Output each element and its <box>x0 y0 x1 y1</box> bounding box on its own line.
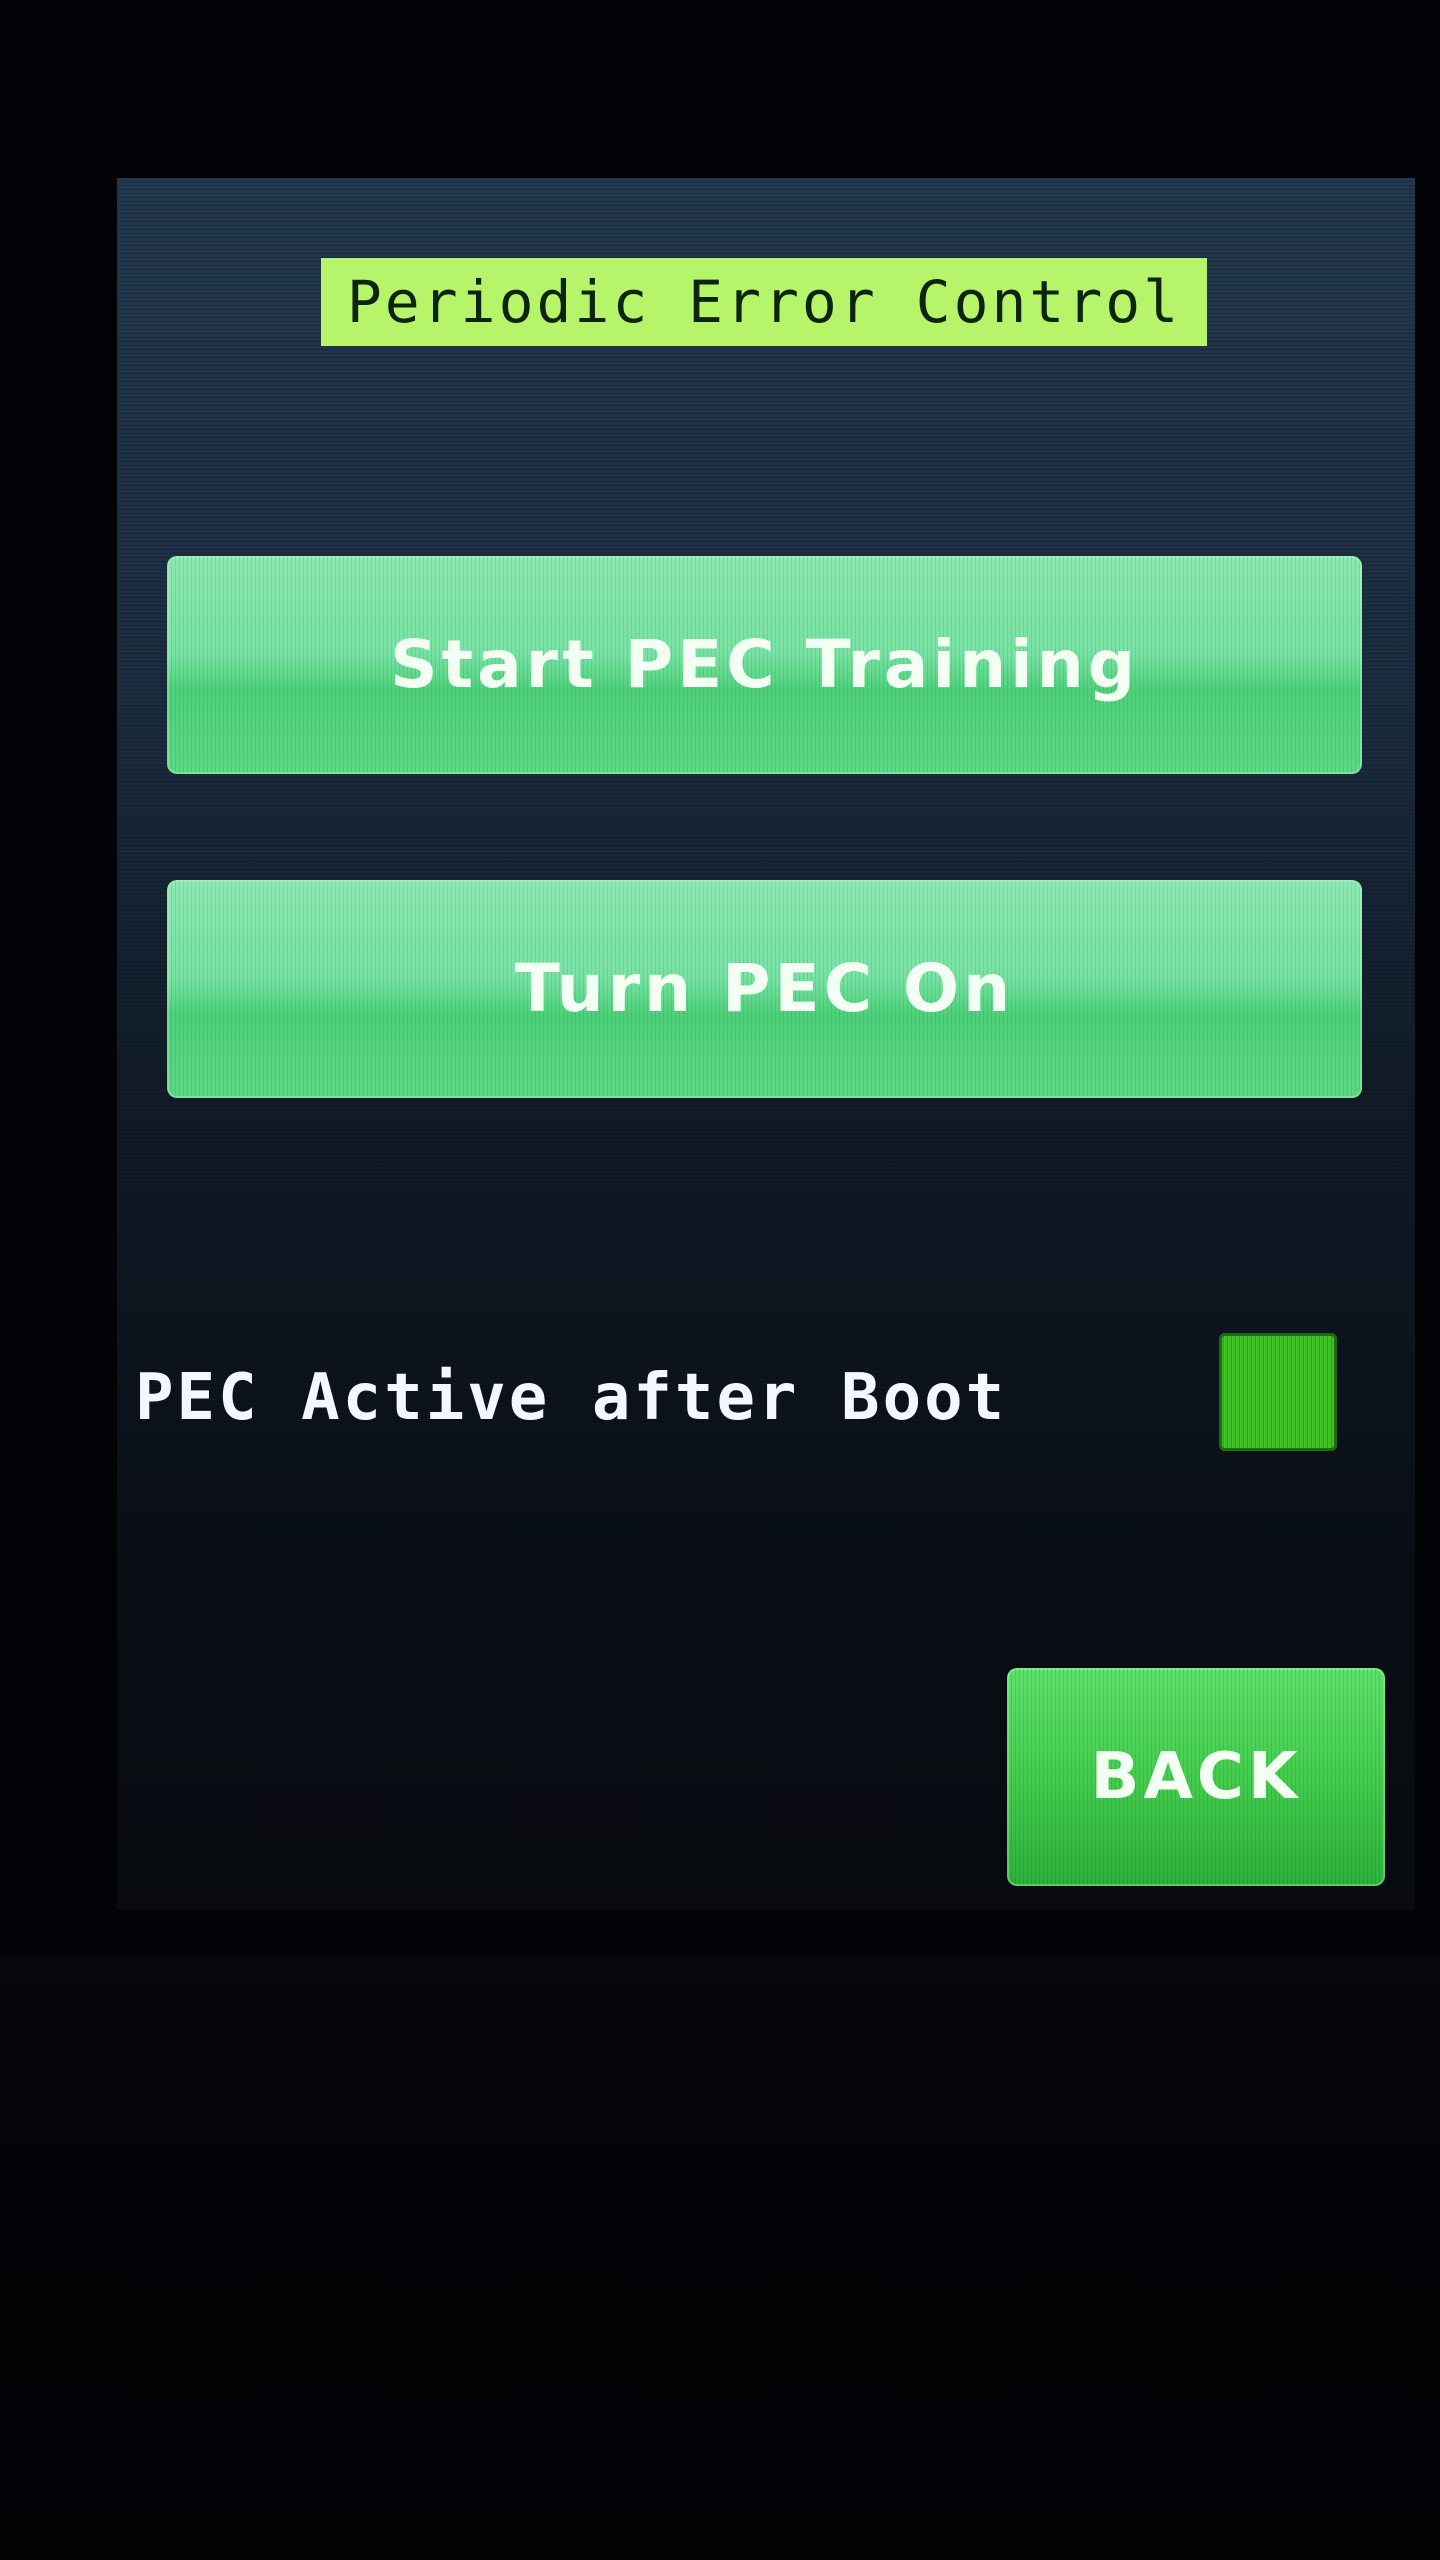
pec-active-after-boot-checkbox[interactable] <box>1219 1333 1337 1451</box>
pec-active-after-boot-label: PEC Active after Boot <box>135 1361 1008 1435</box>
device-bezel <box>0 1955 1440 2560</box>
page-title: Periodic Error Control <box>321 258 1207 346</box>
turn-pec-on-button[interactable]: Turn PEC On <box>167 880 1362 1098</box>
start-pec-training-button[interactable]: Start PEC Training <box>167 556 1362 774</box>
back-button[interactable]: BACK <box>1007 1668 1385 1886</box>
device-screen: Periodic Error Control Start PEC Trainin… <box>117 178 1415 1910</box>
